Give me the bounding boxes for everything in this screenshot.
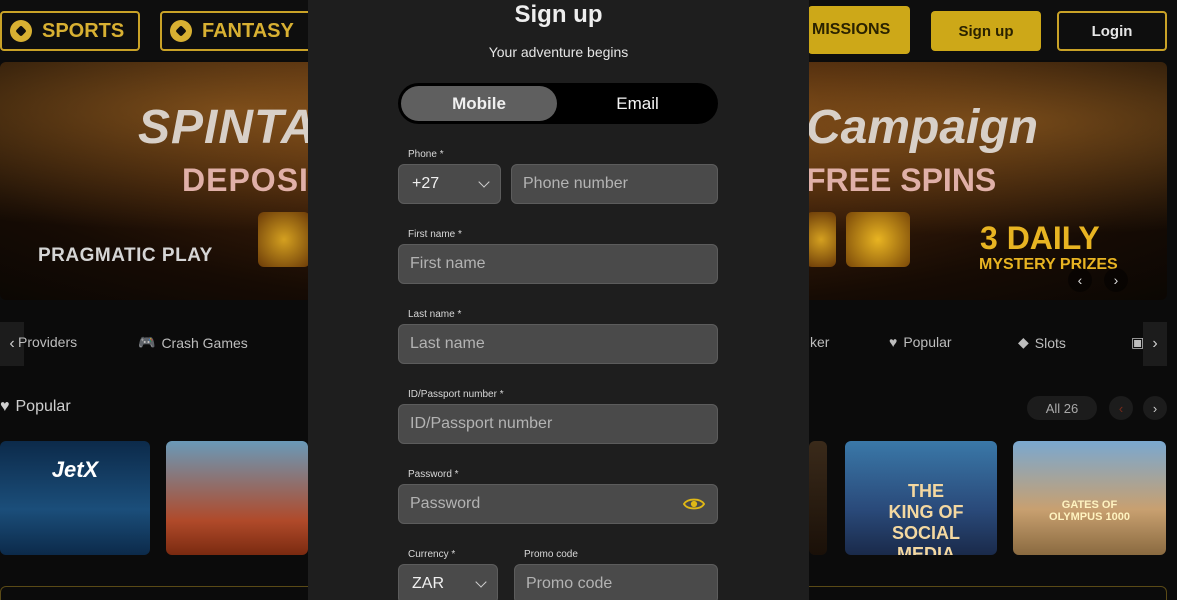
id-passport-label: ID/Passport number * [408,389,504,400]
section-title: ♥ Popular [0,398,71,416]
last-name-field[interactable] [398,324,718,364]
password-field[interactable] [398,484,718,524]
view-all-button[interactable]: All 26 [1027,396,1097,420]
phone-number-field[interactable] [511,164,718,204]
category-crash-games[interactable]: 🎮 Crash Games [138,334,248,351]
banner-deposit-right: FREE SPINS [806,162,997,198]
game-card-label: THE KING OF SOCIAL MEDIA [888,481,964,555]
game-card[interactable] [809,441,827,555]
sports-label: SPORTS [42,19,125,42]
banner-daily: 3 DAILY [980,220,1100,256]
soccer-ball-icon [10,20,32,42]
banner-title-right: Campaign [806,101,1039,154]
game-card-label: JetX [51,457,99,482]
modal-subtitle: Your adventure begins [488,44,629,60]
phone-number-input[interactable] [523,175,706,193]
section-title-label: Popular [15,398,71,415]
game-card-jetx[interactable]: JetX [0,441,150,555]
banner-game-image [258,212,310,267]
heart-icon: ♥ [889,334,898,350]
signup-button[interactable]: Sign up [931,11,1041,51]
game-card-label: GATES OF OLYMPUS 1000 [1049,499,1130,523]
signup-modal: Sign up Your adventure begins Mobile Ema… [308,0,809,600]
category-label: Popular [903,334,952,350]
pragmatic-play-logo: PRAGMATIC PLAY [38,245,213,266]
category-label: Slots [1034,334,1066,351]
currency-select[interactable]: ZAR [398,564,498,600]
promo-code-input[interactable] [526,575,706,593]
banner-title-left: SPINTA [138,101,317,154]
promo-code-field[interactable] [514,564,718,600]
modal-title: Sign up [514,1,603,28]
signup-method-toggle: Mobile Email [398,83,718,124]
fantasy-tab[interactable]: FANTASY [160,11,320,51]
eye-icon[interactable] [683,496,705,512]
game-card-king-social[interactable]: THE KING OF SOCIAL MEDIA [845,441,997,555]
category-popular[interactable]: ♥ Popular [889,334,952,350]
category-next-chevron-icon[interactable]: › [1143,322,1167,366]
banner-mystery: MYSTERY PRIZES [979,256,1118,273]
sports-tab[interactable]: SPORTS [0,11,140,51]
banner-prev-arrow-icon[interactable]: ‹ [1068,268,1092,292]
gamepad-icon: 🎮 [138,334,156,350]
first-name-field[interactable] [398,244,718,284]
next-arrow-icon[interactable]: › [1143,396,1167,420]
login-label: Login [1091,22,1133,40]
diamond-icon: ◆ [1018,334,1029,350]
banner-game-image [846,212,910,267]
category-slots[interactable]: ◆ Slots [1018,334,1066,351]
tab-email[interactable]: Email [560,86,715,121]
prev-arrow-icon[interactable]: ‹ [1109,396,1133,420]
signup-label: Sign up [958,22,1014,40]
phone-label: Phone * [408,149,444,160]
currency-value: ZAR [412,575,444,592]
id-passport-input[interactable] [410,415,706,433]
fantasy-label: FANTASY [202,19,294,42]
tab-mobile[interactable]: Mobile [401,86,557,121]
category-poker[interactable]: ker [810,334,829,350]
game-card[interactable] [166,441,308,555]
login-button[interactable]: Login [1057,11,1167,51]
first-name-input[interactable] [410,255,706,273]
last-name-label: Last name * [408,309,462,320]
category-label: Providers [18,334,78,350]
currency-label: Currency * [408,549,456,560]
category-label: Crash Games [161,334,248,351]
promo-code-label: Promo code [524,549,578,560]
chevron-down-icon [478,176,490,188]
category-providers[interactable]: Providers [18,334,77,350]
id-passport-field[interactable] [398,404,718,444]
password-label: Password * [408,469,459,480]
last-name-input[interactable] [410,335,706,353]
phone-code-value: +27 [412,175,440,192]
banner-next-arrow-icon[interactable]: › [1104,268,1128,292]
soccer-ball-icon [170,20,192,42]
category-label: ker [810,334,830,350]
banner-game-image [806,212,836,267]
missions-label: MISSIONS [812,21,891,38]
heart-icon: ♥ [0,398,10,415]
game-card-gates-olympus[interactable]: GATES OF OLYMPUS 1000 [1013,441,1166,555]
chevron-down-icon [475,576,487,588]
first-name-label: First name * [408,229,462,240]
phone-code-select[interactable]: +27 [398,164,501,204]
missions-button[interactable]: MISSIONS [808,6,910,54]
password-input[interactable] [410,495,670,513]
